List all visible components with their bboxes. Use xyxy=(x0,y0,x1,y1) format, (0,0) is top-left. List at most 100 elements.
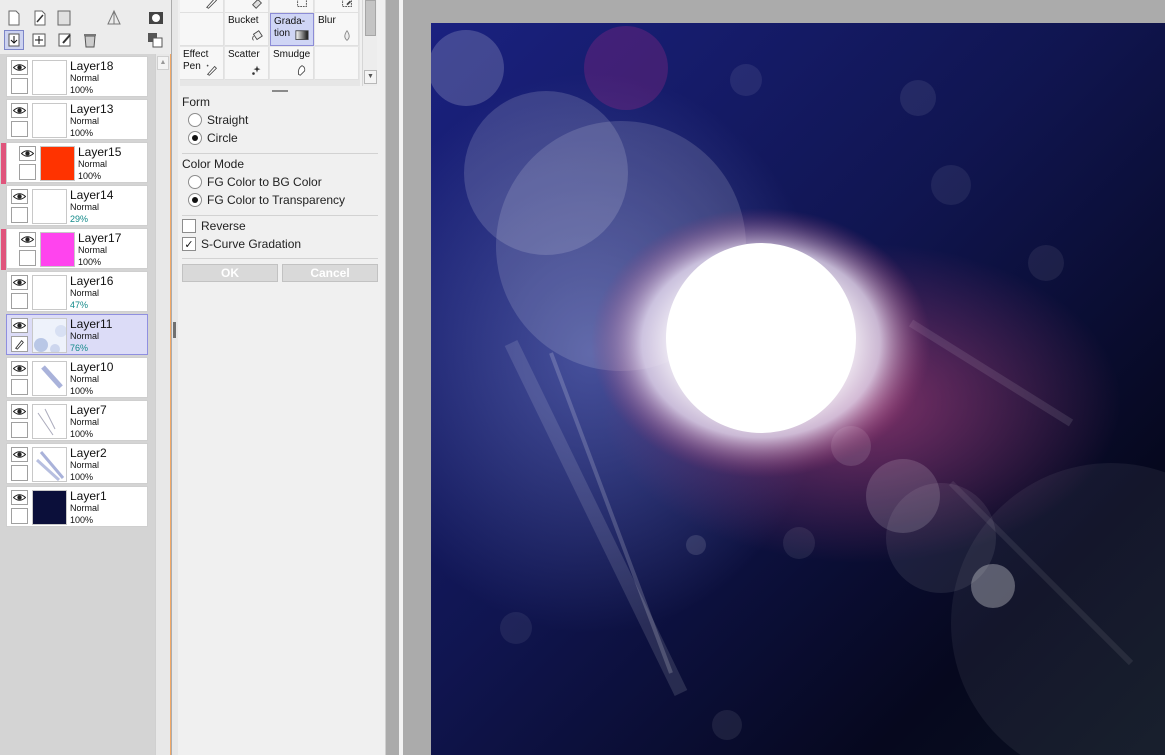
layer-row[interactable]: Layer17 Normal 100% xyxy=(1,228,148,270)
scatter-icon xyxy=(252,65,261,75)
tool-gradation[interactable]: Grada- tion xyxy=(270,13,314,46)
layer-blend-mode: Normal xyxy=(70,503,100,513)
layer-scrollbar[interactable]: ▲ xyxy=(155,54,170,755)
scroll-down-icon[interactable]: ▼ xyxy=(364,70,377,84)
tool-empty-slot xyxy=(180,13,224,46)
visibility-eye-icon[interactable] xyxy=(11,189,28,204)
layer-lock-toggle[interactable] xyxy=(11,78,28,94)
splitter-grip[interactable] xyxy=(173,322,176,338)
layer-lock-toggle[interactable] xyxy=(11,422,28,438)
tool-label: Smudge xyxy=(273,49,311,60)
layer-thumbnail xyxy=(32,447,67,482)
layer-row[interactable]: Layer18 Normal 100% xyxy=(6,56,148,97)
tool-select-eraser[interactable] xyxy=(315,0,359,13)
scrollbar-thumb[interactable] xyxy=(365,0,376,36)
layer-name: Layer17 xyxy=(78,231,122,245)
visibility-eye-icon[interactable] xyxy=(11,103,28,118)
layer-row[interactable]: Layer1 Normal 100% xyxy=(6,486,148,527)
color-mode-fg-transparency-label: FG Color to Transparency xyxy=(207,193,346,207)
select-eraser-icon xyxy=(342,0,352,7)
layer-opacity: 76% xyxy=(70,343,89,353)
tool-eraser[interactable] xyxy=(225,0,269,13)
layer-lock-toggle[interactable] xyxy=(11,508,28,524)
reverse-option[interactable]: Reverse xyxy=(182,218,246,234)
visibility-eye-icon[interactable] xyxy=(11,318,28,333)
layer-opacity: 100% xyxy=(78,257,102,267)
tool-blur-drop[interactable]: Blur xyxy=(315,13,359,46)
layer-lock-toggle[interactable] xyxy=(19,250,36,266)
drawing-canvas[interactable] xyxy=(431,23,1165,755)
effect-pen-icon xyxy=(206,64,217,76)
layer-lock-toggle[interactable] xyxy=(11,465,28,481)
layer-row[interactable]: Layer2 Normal 100% xyxy=(6,443,148,484)
color-mode-fg-transparency-radio[interactable] xyxy=(188,193,202,207)
layer-thumbnail xyxy=(32,60,67,95)
layer-lock-toggle[interactable] xyxy=(11,293,28,309)
tool-divider[interactable] xyxy=(180,89,377,93)
layer-row[interactable]: Layer7 Normal 100% xyxy=(6,400,148,441)
layer-lock-toggle[interactable] xyxy=(11,379,28,395)
layer-mask-icon[interactable] xyxy=(146,8,166,28)
new-linework-layer-icon[interactable] xyxy=(30,8,50,28)
layer-thumbnail xyxy=(32,103,67,138)
color-mode-fg-transparency-option[interactable]: FG Color to Transparency xyxy=(188,192,345,208)
tool-select[interactable] xyxy=(270,0,314,13)
layer-row[interactable]: Layer11 Normal 76% xyxy=(6,314,148,355)
layer-row[interactable]: Layer15 Normal 100% xyxy=(1,142,148,184)
merge-down-icon[interactable] xyxy=(29,30,49,50)
form-circle-option[interactable]: Circle xyxy=(188,130,238,146)
layer-name: Layer16 xyxy=(70,274,114,288)
new-layer-folder-icon[interactable] xyxy=(54,8,74,28)
new-raster-layer-icon[interactable] xyxy=(4,8,24,28)
tool-effect-pen[interactable]: Effect Pen xyxy=(180,47,224,80)
scurve-checkbox[interactable]: ✓ xyxy=(182,237,196,251)
color-mode-fg-bg-radio[interactable] xyxy=(188,175,202,189)
transfer-down-icon[interactable] xyxy=(4,30,24,50)
reverse-checkbox[interactable] xyxy=(182,219,196,233)
delete-layer-icon[interactable] xyxy=(80,30,100,50)
scurve-option[interactable]: ✓ S-Curve Gradation xyxy=(182,236,301,252)
visibility-eye-icon[interactable] xyxy=(11,447,28,462)
tool-scatter[interactable]: Scatter xyxy=(225,47,269,80)
layer-lock-toggle[interactable] xyxy=(19,164,36,180)
visibility-eye-icon[interactable] xyxy=(11,275,28,290)
tool-label: Bucket xyxy=(228,15,259,26)
scroll-up-icon[interactable]: ▲ xyxy=(157,56,169,70)
color-mode-fg-bg-option[interactable]: FG Color to BG Color xyxy=(188,174,322,190)
layer-lock-toggle[interactable] xyxy=(11,121,28,137)
layer-thumbnail xyxy=(32,275,67,310)
layer-row[interactable]: Layer13 Normal 100% xyxy=(6,99,148,140)
visibility-eye-icon[interactable] xyxy=(11,490,28,505)
layer-row[interactable]: Layer14 Normal 29% xyxy=(6,185,148,226)
tool-pencil[interactable] xyxy=(180,0,224,13)
layer-blend-mode: Normal xyxy=(70,288,100,298)
layer-lock-toggle[interactable] xyxy=(11,207,28,223)
merge-visible-icon[interactable] xyxy=(145,30,165,50)
tool-panel: Bucket Grada- tion Blur Effect Pen Scatter Sm… xyxy=(178,0,386,755)
clipping-indicator xyxy=(1,143,6,184)
perspective-icon[interactable] xyxy=(104,8,124,28)
form-straight-radio[interactable] xyxy=(188,113,202,127)
visibility-eye-icon[interactable] xyxy=(11,361,28,376)
bucket-icon xyxy=(252,30,263,41)
ok-button[interactable]: OK xyxy=(182,264,278,282)
visibility-eye-icon[interactable] xyxy=(19,146,36,161)
tool-bucket[interactable]: Bucket xyxy=(225,13,269,46)
tool-smudge[interactable]: Smudge xyxy=(270,47,314,80)
divider xyxy=(182,215,378,216)
visibility-eye-icon[interactable] xyxy=(11,404,28,419)
visibility-eye-icon[interactable] xyxy=(19,232,36,247)
clear-layer-icon[interactable] xyxy=(55,30,75,50)
layer-row[interactable]: Layer16 Normal 47% xyxy=(6,271,148,312)
layer-thumbnail xyxy=(40,232,75,267)
layer-row[interactable]: Layer10 Normal 100% xyxy=(6,357,148,398)
form-circle-radio[interactable] xyxy=(188,131,202,145)
form-straight-option[interactable]: Straight xyxy=(188,112,248,128)
layer-lock-toggle[interactable] xyxy=(11,336,28,352)
layer-blend-mode: Normal xyxy=(78,159,108,169)
visibility-eye-icon[interactable] xyxy=(11,60,28,75)
tool-palette-scrollbar[interactable]: ▼ xyxy=(362,0,377,86)
clipping-indicator xyxy=(1,229,6,270)
cancel-button[interactable]: Cancel xyxy=(282,264,378,282)
form-straight-label: Straight xyxy=(207,113,249,127)
